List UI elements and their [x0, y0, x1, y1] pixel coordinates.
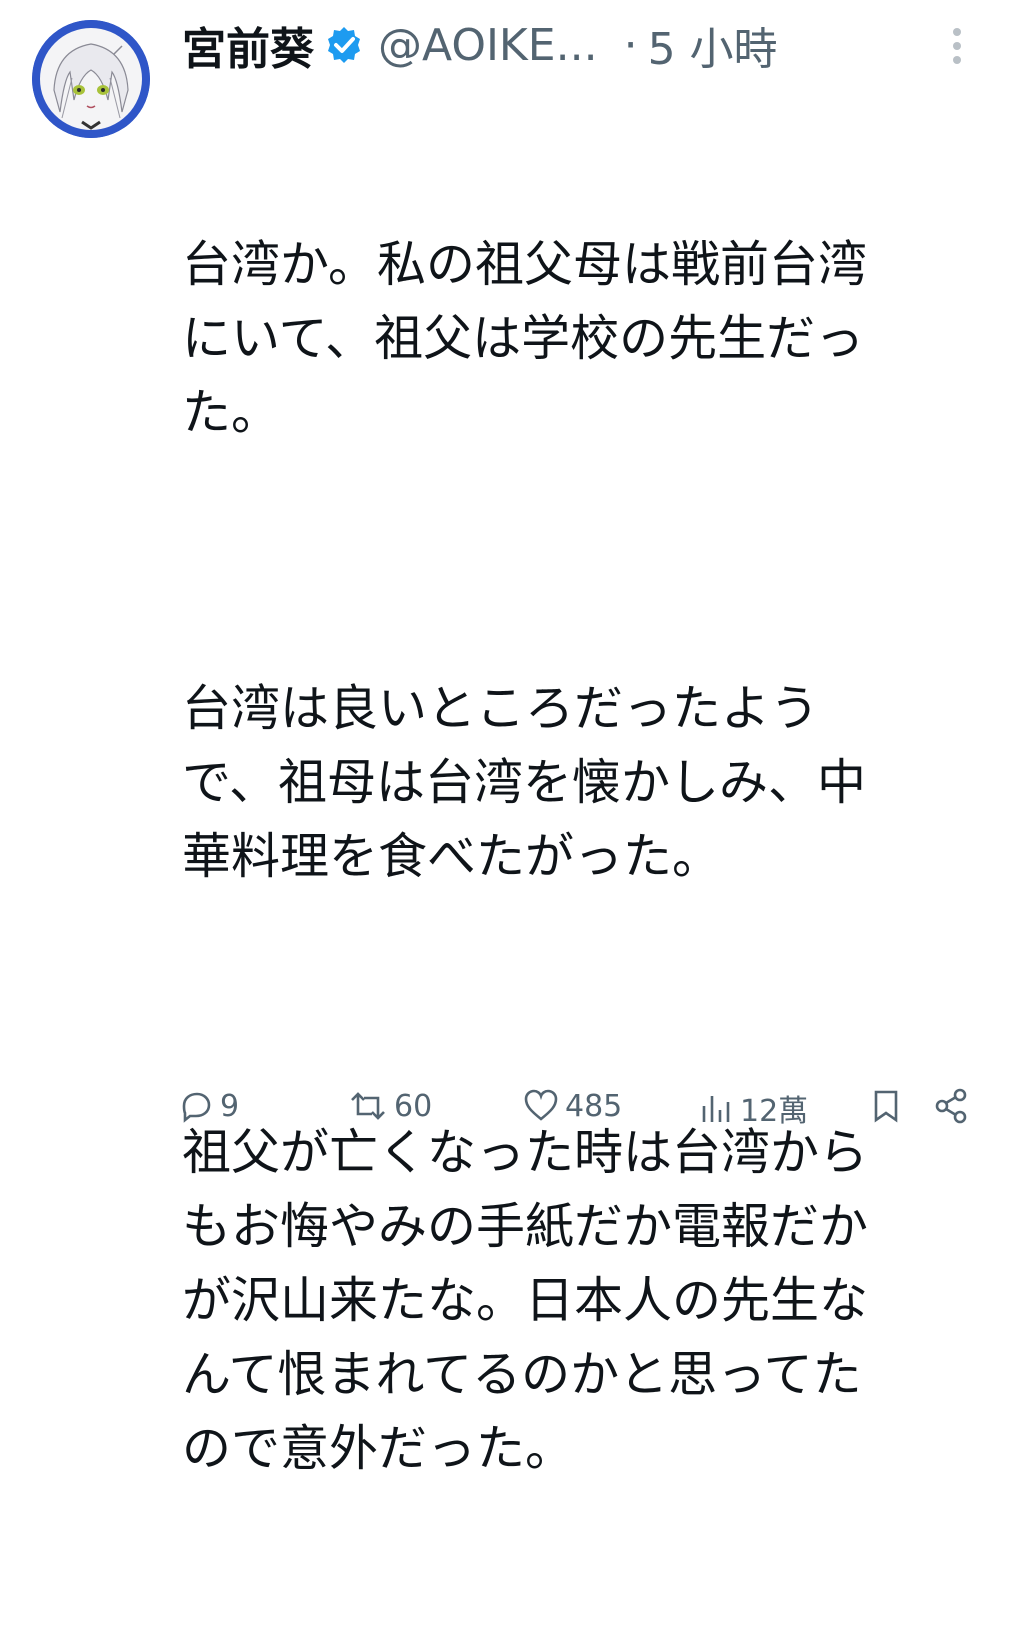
retweet-button[interactable]: 60	[346, 1086, 432, 1126]
bookmark-icon	[874, 1090, 898, 1123]
retweet-count: 60	[394, 1088, 433, 1124]
tweet-paragraph: 台湾は良いところだったよう で、祖母は台湾を懐かしみ、中 華料理を食べたがった。	[182, 680, 867, 885]
heart-icon	[524, 1089, 558, 1121]
retweet-icon	[351, 1092, 385, 1120]
avatar-image	[32, 20, 150, 138]
timestamp[interactable]: 5 小時	[648, 13, 778, 77]
bookmark-button[interactable]	[866, 1086, 910, 1126]
tweet-paragraph: 台湾か。私の祖父母は戦前台湾 にいて、祖父は学校の先生だっ た。	[182, 236, 868, 441]
reply-icon	[182, 1092, 211, 1123]
tweet-paragraph: 祖父が亡くなった時は台湾から もお悔やみの手紙だか電報だか が沢山来たな。日本人…	[182, 1124, 869, 1477]
more-options-icon[interactable]	[940, 24, 974, 68]
separator-dot: ·	[623, 19, 638, 71]
view-count: 12萬	[740, 1094, 809, 1129]
avatar[interactable]	[32, 20, 150, 138]
action-bar: 9 60 485 12萬	[176, 1086, 975, 1129]
user-handle[interactable]: @AOIKE...	[378, 20, 598, 71]
reply-button[interactable]: 9	[176, 1086, 239, 1126]
display-name[interactable]: 宮前葵	[182, 13, 314, 77]
views-chart-icon	[702, 1096, 730, 1122]
like-button[interactable]: 485	[521, 1086, 622, 1126]
share-button[interactable]	[931, 1086, 975, 1126]
verified-badge-icon	[324, 25, 364, 65]
views-button[interactable]: 12萬	[696, 1086, 808, 1130]
tweet-header: 宮前葵 @AOIKE... · 5 小時	[182, 10, 974, 80]
tweet-text: 台湾か。私の祖父母は戦前台湾 にいて、祖父は学校の先生だっ た。 台湾は良いとこ…	[182, 80, 982, 1634]
share-icon	[935, 1088, 967, 1124]
reply-count: 9	[220, 1088, 240, 1124]
like-count: 485	[565, 1088, 623, 1124]
tweet[interactable]: 宮前葵 @AOIKE... · 5 小時 台湾か。私の祖父母は戦前台湾 にいて、…	[0, 0, 1014, 1477]
